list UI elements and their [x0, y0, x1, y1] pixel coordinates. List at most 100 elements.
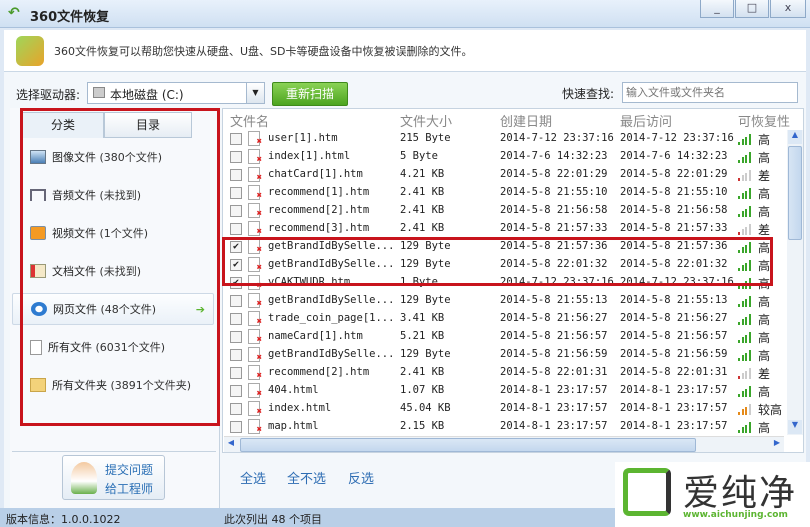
file-name: recommend[2].htm	[268, 204, 370, 216]
table-row[interactable]: ✖ recommend[2].htm 2.41 KB 2014-5-8 22:01:3…	[226, 364, 786, 382]
scroll-left-icon[interactable]: ◀	[224, 438, 238, 452]
signal-bar	[738, 322, 740, 325]
accessed-date: 2014-5-8 22:01:31	[620, 366, 728, 378]
row-checkbox[interactable]	[230, 385, 242, 397]
created-date: 2014-5-8 21:56:59	[500, 348, 608, 360]
accessed-date: 2014-8-1 23:17:57	[620, 384, 728, 396]
signal-bar	[738, 304, 740, 307]
row-checkbox[interactable]	[230, 403, 242, 415]
row-checkbox[interactable]	[230, 331, 242, 343]
row-checkbox[interactable]	[230, 133, 242, 145]
signal-bar	[738, 178, 740, 181]
row-checkbox[interactable]	[230, 313, 242, 325]
signal-bar	[748, 403, 751, 415]
col-accessed[interactable]: 最后访问	[620, 111, 672, 130]
table-row[interactable]: ✖ getBrandIdBySelle... 129 Byte 2014-5-8 21…	[226, 346, 786, 364]
search-label: 快速查找:	[562, 87, 615, 101]
signal-bar	[745, 226, 747, 235]
col-recoverability[interactable]: 可恢复性	[738, 111, 790, 130]
horizontal-scrollbar[interactable]: ◀ ▶	[224, 436, 784, 452]
file-name: nameCard[1].htm	[268, 330, 363, 342]
select-none-link[interactable]: 全不选	[287, 468, 326, 487]
accessed-date: 2014-5-8 21:55:13	[620, 294, 728, 306]
scroll-up-icon[interactable]: ▲	[788, 130, 802, 144]
drive-select[interactable]: 本地磁盘 (C:) ▼	[87, 82, 265, 104]
watermark-mark-icon	[623, 468, 671, 516]
row-checkbox[interactable]	[230, 187, 242, 199]
table-row[interactable]: ✖ recommend[3].htm 2.41 KB 2014-5-8 21:57:3…	[226, 220, 786, 238]
table-row[interactable]: ✖ 404.html 1.07 KB 2014-8-1 23:17:57 2014-8-…	[226, 382, 786, 400]
recovery-logo-icon	[16, 36, 44, 66]
close-button[interactable]: x	[770, 0, 806, 18]
col-created[interactable]: 创建日期	[500, 111, 552, 130]
table-row[interactable]: ✖ index[1].html 5 Byte 2014-7-6 14:32:23 201…	[226, 148, 786, 166]
disk-icon	[93, 87, 105, 98]
row-checkbox[interactable]	[230, 169, 242, 181]
signal-bar	[745, 424, 747, 433]
invert-selection-link[interactable]: 反选	[348, 468, 374, 487]
drive-value: 本地磁盘 (C:)	[110, 88, 184, 102]
created-date: 2014-8-1 23:17:57	[500, 384, 608, 396]
row-checkbox[interactable]	[230, 349, 242, 361]
file-name: trade_coin_page[1...	[268, 312, 395, 324]
rescan-button[interactable]: 重新扫描	[272, 82, 348, 106]
signal-bar	[738, 160, 740, 163]
watermark-brand: 爱纯净	[683, 473, 798, 514]
table-row[interactable]: ✖ getBrandIdBySelle... 129 Byte 2014-5-8 21…	[226, 292, 786, 310]
recoverability-signal-icon	[738, 385, 752, 397]
row-checkbox[interactable]	[230, 223, 242, 235]
select-all-link[interactable]: 全选	[240, 468, 266, 487]
table-row[interactable]: ✖ trade_coin_page[1... 3.41 KB 2014-5-8 21:…	[226, 310, 786, 328]
created-date: 2014-5-8 21:55:10	[500, 186, 608, 198]
signal-bar	[738, 358, 740, 361]
chevron-down-icon[interactable]: ▼	[246, 83, 264, 103]
maximize-button[interactable]: □	[735, 0, 769, 18]
table-row[interactable]: ✖ user[1].htm 215 Byte 2014-7-12 23:37:16 20…	[226, 130, 786, 148]
help-line2: 给工程师	[105, 482, 154, 496]
created-date: 2014-5-8 21:56:27	[500, 312, 608, 324]
deleted-file-icon: ✖	[248, 203, 262, 219]
accessed-date: 2014-7-12 23:37:16	[620, 132, 734, 144]
signal-bar	[748, 421, 751, 433]
accessed-date: 2014-8-1 23:17:57	[620, 402, 728, 414]
watermark-url: www.aichunjing.com	[683, 510, 788, 520]
file-size: 129 Byte	[400, 348, 451, 360]
recoverability-text: 高	[758, 151, 771, 165]
signal-bar	[748, 295, 751, 307]
scroll-right-icon[interactable]: ▶	[770, 438, 784, 452]
row-checkbox[interactable]	[230, 151, 242, 163]
row-checkbox[interactable]	[230, 367, 242, 379]
row-checkbox[interactable]	[230, 421, 242, 433]
created-date: 2014-5-8 21:56:58	[500, 204, 608, 216]
scroll-down-icon[interactable]: ▼	[788, 420, 802, 434]
table-row[interactable]: ✖ map.html 2.15 KB 2014-8-1 23:17:57 2014-8-…	[226, 418, 786, 436]
table-row[interactable]: ✖ chatCard[1].htm 4.21 KB 2014-5-8 22:01:29…	[226, 166, 786, 184]
vertical-scrollbar[interactable]: ▲ ▼	[787, 130, 803, 435]
minimize-button[interactable]: _	[700, 0, 734, 18]
search-input[interactable]	[622, 82, 798, 103]
signal-bar	[748, 205, 751, 217]
version-info: 版本信息：1.0.0.1022	[6, 513, 121, 526]
deleted-file-icon: ✖	[248, 401, 262, 417]
file-size: 3.41 KB	[400, 312, 445, 324]
accessed-date: 2014-8-1 23:17:57	[620, 420, 728, 432]
table-row[interactable]: ✖ index.html 45.04 KB 2014-8-1 23:17:57 2014…	[226, 400, 786, 418]
row-checkbox[interactable]	[230, 295, 242, 307]
table-row[interactable]: ✖ recommend[1].htm 2.41 KB 2014-5-8 21:55:1…	[226, 184, 786, 202]
file-name: getBrandIdBySelle...	[268, 294, 395, 306]
help-line1: 提交问题	[105, 463, 154, 477]
row-checkbox[interactable]	[230, 205, 242, 217]
hscroll-thumb[interactable]	[240, 438, 696, 452]
deleted-file-icon: ✖	[248, 131, 262, 147]
submit-issue-button[interactable]: 提交问题 给工程师	[62, 455, 165, 500]
col-name[interactable]: 文件名	[230, 111, 269, 130]
signal-bar	[748, 151, 751, 163]
highlight-box-categories	[20, 108, 220, 426]
file-size: 2.41 KB	[400, 186, 445, 198]
scroll-thumb[interactable]	[788, 146, 802, 240]
signal-bar	[748, 349, 751, 361]
col-size[interactable]: 文件大小	[400, 111, 452, 130]
table-row[interactable]: ✖ nameCard[1].htm 5.21 KB 2014-5-8 21:56:57…	[226, 328, 786, 346]
table-row[interactable]: ✖ recommend[2].htm 2.41 KB 2014-5-8 21:56:5…	[226, 202, 786, 220]
deleted-file-icon: ✖	[248, 185, 262, 201]
